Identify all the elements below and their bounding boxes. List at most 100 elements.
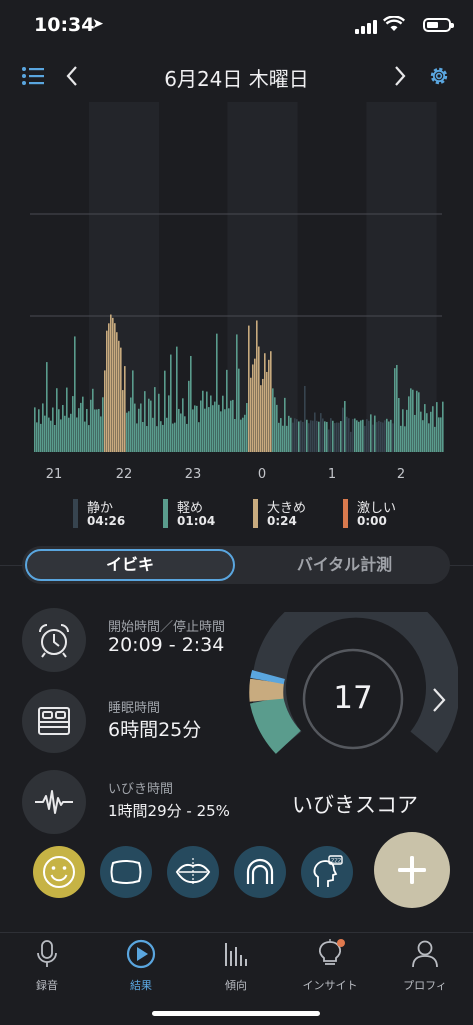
snore-bar bbox=[256, 320, 258, 452]
bars-icon bbox=[225, 943, 247, 966]
snore-bar bbox=[336, 422, 338, 452]
sleep-head-icon[interactable]: ZZZ bbox=[301, 846, 353, 898]
snore-bar bbox=[130, 397, 132, 452]
snore-bar bbox=[120, 347, 122, 452]
stat-label: いびき時間 bbox=[108, 782, 174, 797]
snore-bar bbox=[402, 409, 404, 452]
snore-bar bbox=[338, 422, 340, 452]
bed-icon bbox=[22, 689, 86, 753]
mouthguard-icon[interactable] bbox=[234, 846, 286, 898]
snore-bar bbox=[64, 415, 66, 452]
play-icon bbox=[126, 939, 156, 969]
snore-bar bbox=[148, 398, 150, 452]
snore-bar bbox=[146, 426, 148, 452]
snore-bar bbox=[228, 408, 230, 452]
legend-swatch bbox=[253, 499, 258, 528]
snore-bar bbox=[370, 414, 372, 452]
snore-bar bbox=[52, 407, 54, 452]
snore-bar bbox=[144, 391, 146, 452]
tab-label: 結果 bbox=[130, 979, 152, 992]
snore-bar bbox=[418, 392, 420, 452]
legend-value: 0:24 bbox=[267, 514, 297, 528]
segmented-control: イビキ バイタル計測 bbox=[22, 546, 450, 584]
snore-bar bbox=[308, 423, 310, 452]
snore-bar bbox=[270, 351, 272, 452]
snore-bar bbox=[312, 420, 314, 452]
snore-bar bbox=[280, 418, 282, 452]
snore-bar bbox=[78, 408, 80, 452]
snore-bar bbox=[216, 333, 218, 452]
snore-bar bbox=[252, 364, 254, 452]
snore-bar bbox=[224, 409, 226, 452]
chart-legend: 静か 04:26 軽め 01:04 大きめ 0:24 激しい 0:00 bbox=[0, 497, 473, 537]
snore-bar bbox=[386, 418, 388, 452]
snore-bar bbox=[140, 403, 142, 452]
snore-bar bbox=[176, 346, 178, 452]
stat-sleep-duration: 睡眠時間 6時間25分 bbox=[22, 689, 262, 753]
tab-trends[interactable]: 傾向 bbox=[189, 939, 283, 993]
snore-bar bbox=[294, 418, 296, 452]
snore-bar bbox=[316, 420, 318, 452]
snore-bar bbox=[332, 420, 334, 452]
snore-bar bbox=[266, 371, 268, 452]
chevron-right-icon[interactable] bbox=[430, 686, 448, 714]
snore-bar bbox=[58, 409, 60, 452]
snore-bar bbox=[282, 425, 284, 452]
snore-bar bbox=[226, 369, 228, 452]
snore-timeline-chart[interactable]: 21 22 23 0 1 2 bbox=[0, 102, 473, 490]
legend-value: 0:00 bbox=[357, 514, 387, 528]
snore-bar bbox=[352, 418, 354, 452]
date-navigation: 6月24日 木曜日 bbox=[0, 52, 473, 102]
snore-bar bbox=[354, 418, 356, 452]
snore-bar bbox=[396, 364, 398, 452]
legend-swatch bbox=[73, 499, 78, 528]
snore-bar bbox=[124, 366, 126, 452]
snore-bar bbox=[340, 421, 342, 452]
snore-bar bbox=[136, 423, 138, 452]
snore-bar bbox=[42, 403, 44, 452]
snore-score-gauge[interactable]: 17 bbox=[248, 583, 460, 762]
snore-bar bbox=[170, 354, 172, 452]
snore-bar bbox=[172, 423, 174, 452]
chevron-right-icon[interactable] bbox=[392, 64, 408, 88]
snore-bar bbox=[248, 325, 250, 452]
snore-bar bbox=[416, 390, 418, 452]
snore-bar bbox=[420, 411, 422, 452]
tab-results[interactable]: 結果 bbox=[94, 939, 188, 993]
pillow-icon[interactable] bbox=[100, 846, 152, 898]
snore-bar bbox=[342, 407, 344, 452]
snore-bar bbox=[162, 424, 164, 452]
tab-insights[interactable]: インサイト bbox=[283, 939, 377, 993]
tab-record[interactable]: 録音 bbox=[0, 939, 94, 993]
snore-bar bbox=[44, 415, 46, 452]
snore-bar bbox=[198, 422, 200, 452]
snore-bar bbox=[284, 397, 286, 452]
snore-bar bbox=[334, 423, 336, 452]
snore-bar bbox=[202, 390, 204, 452]
snore-bar bbox=[128, 411, 130, 452]
x-tick-label: 1 bbox=[328, 467, 336, 482]
mouth-icon[interactable] bbox=[167, 846, 219, 898]
tab-snore[interactable]: イビキ bbox=[25, 549, 235, 581]
snore-bar bbox=[272, 388, 274, 452]
snore-bar bbox=[50, 420, 52, 452]
snore-bar bbox=[374, 415, 376, 452]
snore-bar bbox=[268, 359, 270, 452]
add-button[interactable] bbox=[374, 832, 450, 908]
snore-bar bbox=[84, 421, 86, 452]
snore-bar bbox=[250, 377, 252, 452]
snore-bar bbox=[186, 423, 188, 452]
snore-bar bbox=[134, 403, 136, 452]
smiley-icon[interactable] bbox=[33, 846, 85, 898]
snore-bar bbox=[82, 396, 84, 452]
snore-bar bbox=[110, 314, 112, 452]
gear-icon[interactable] bbox=[427, 64, 451, 88]
notification-dot bbox=[337, 939, 345, 947]
tab-profile[interactable]: プロフィ bbox=[378, 939, 472, 993]
tab-label: インサイト bbox=[302, 979, 358, 992]
tab-vitals[interactable]: バイタル計測 bbox=[242, 549, 447, 581]
snore-bar bbox=[184, 416, 186, 452]
snore-bar bbox=[382, 422, 384, 452]
snore-score-label: いびきスコア bbox=[292, 793, 418, 817]
x-tick-label: 0 bbox=[258, 467, 266, 482]
